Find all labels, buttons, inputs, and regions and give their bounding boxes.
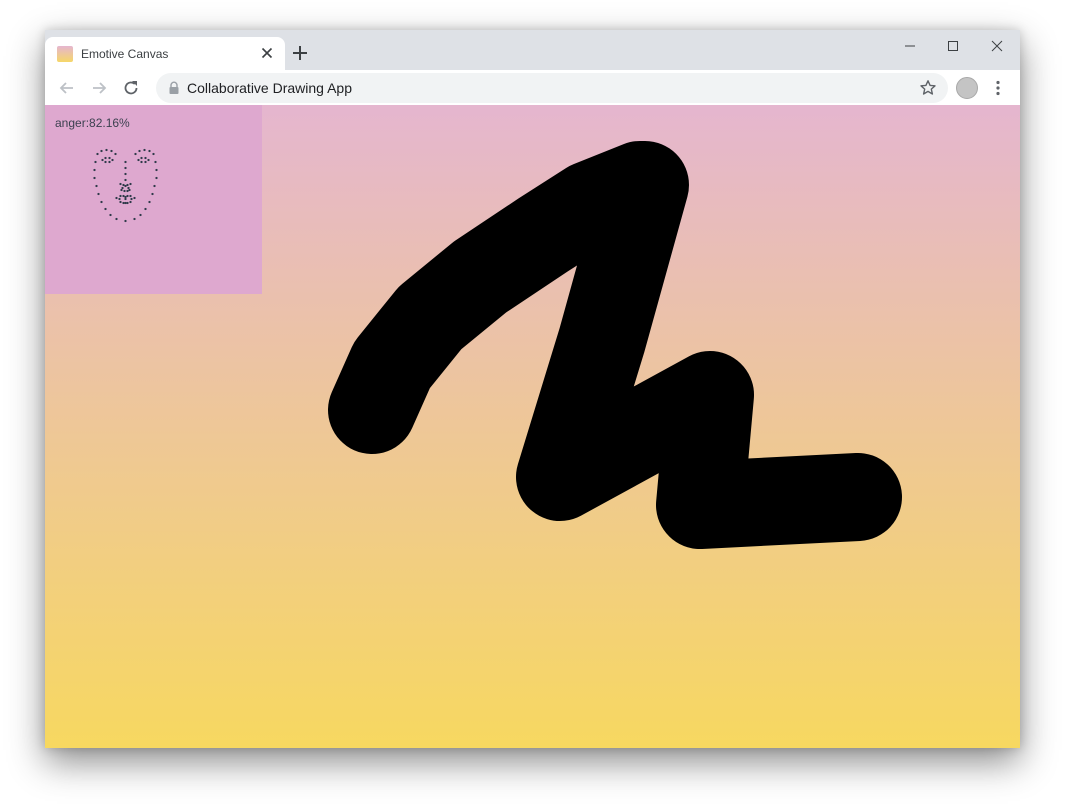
window-close-icon[interactable]	[985, 36, 1009, 56]
face-landmark-dot	[155, 168, 158, 172]
face-landmark-dot	[95, 184, 98, 188]
face-landmark-dot	[104, 160, 107, 164]
face-landmark-dot	[140, 160, 143, 164]
face-landmark-dot	[124, 178, 127, 182]
face-landmark-dot	[137, 158, 140, 162]
face-landmark-dot	[118, 197, 121, 201]
address-text: Collaborative Drawing App	[187, 80, 352, 96]
face-landmark-dot	[100, 200, 103, 204]
face-landmark-dot	[152, 152, 155, 156]
face-landmark-dot	[96, 152, 99, 156]
face-landmark-dot	[122, 201, 125, 205]
face-landmark-dot	[111, 158, 114, 162]
tab-emotive-canvas[interactable]: Emotive Canvas	[45, 37, 285, 70]
browser-window: Emotive Canvas Collaborative Drawing App…	[45, 30, 1020, 748]
page-viewport: anger:82.16%	[45, 105, 1020, 748]
face-landmark-dot	[147, 158, 150, 162]
face-landmark-dot	[140, 156, 143, 160]
face-landmark-dot	[123, 189, 126, 193]
face-landmark-dot	[124, 195, 127, 199]
emotion-detection-panel: anger:82.16%	[45, 105, 262, 294]
tab-title: Emotive Canvas	[81, 47, 169, 61]
face-landmark-dot	[154, 160, 157, 164]
minimize-icon[interactable]	[898, 36, 922, 56]
face-landmark-dot	[143, 148, 146, 152]
face-landmark-dot	[124, 201, 127, 205]
face-landmark-dot	[119, 194, 122, 198]
face-landmark-dot	[133, 217, 136, 221]
face-landmark-dot	[148, 149, 151, 153]
face-landmark-dot	[151, 192, 154, 196]
close-icon[interactable]	[259, 45, 275, 61]
face-landmark-dot	[110, 149, 113, 153]
face-landmark-dot	[94, 160, 97, 164]
tab-strip: Emotive Canvas	[45, 30, 1020, 70]
face-landmark-dot	[120, 188, 123, 192]
face-landmark-dot	[124, 160, 127, 164]
address-bar[interactable]: Collaborative Drawing App	[156, 73, 948, 103]
face-landmark-dot	[144, 160, 147, 164]
favicon-icon	[57, 46, 73, 62]
browser-toolbar: Collaborative Drawing App	[45, 70, 1020, 107]
face-landmarks-icon	[93, 148, 158, 223]
face-landmark-dot	[93, 168, 96, 172]
plus-icon[interactable]	[290, 43, 310, 63]
face-landmark-dot	[108, 156, 111, 160]
face-landmark-dot	[105, 148, 108, 152]
face-landmark-dot	[134, 152, 137, 156]
face-landmark-dot	[155, 176, 158, 180]
face-landmark-dot	[124, 184, 127, 188]
face-landmark-dot	[114, 152, 117, 156]
face-landmark-dot	[126, 189, 129, 193]
face-landmark-dot	[104, 207, 107, 211]
face-landmark-dot	[109, 213, 112, 217]
face-landmark-dot	[121, 186, 124, 190]
face-landmark-dot	[128, 188, 131, 192]
face-landmark-dot	[100, 149, 103, 153]
maximize-icon[interactable]	[941, 36, 965, 56]
face-landmark-dot	[126, 201, 129, 205]
face-landmark-dot	[124, 166, 127, 170]
face-landmark-dot	[119, 182, 122, 186]
face-landmark-dot	[139, 213, 142, 217]
face-landmark-dot	[144, 207, 147, 211]
menu-icon[interactable]	[988, 78, 1008, 98]
face-landmark-dot	[129, 200, 132, 204]
face-landmark-dot	[122, 194, 125, 198]
face-landmark-dot	[138, 149, 141, 153]
face-landmark-dot	[133, 196, 136, 200]
face-landmark-dot	[115, 196, 118, 200]
face-landmark-dot	[127, 186, 130, 190]
face-landmark-dot	[130, 197, 133, 201]
face-landmark-dot	[148, 200, 151, 204]
face-landmark-dot	[97, 192, 100, 196]
face-landmark-dot	[101, 158, 104, 162]
face-landmark-dot	[119, 200, 122, 204]
face-landmark-dot	[129, 194, 132, 198]
lock-icon	[169, 81, 179, 94]
forward-icon[interactable]	[89, 78, 109, 98]
face-landmark-dot	[108, 160, 111, 164]
face-landmark-dot	[124, 172, 127, 176]
profile-avatar[interactable]	[956, 77, 978, 99]
face-landmark-dot	[122, 183, 125, 187]
face-landmark-dot	[126, 183, 129, 187]
reload-icon[interactable]	[121, 78, 141, 98]
face-landmark-dot	[124, 197, 127, 201]
face-landmark-dot	[144, 156, 147, 160]
face-landmark-dot	[104, 156, 107, 160]
face-landmark-dot	[115, 217, 118, 221]
face-landmark-dot	[129, 182, 132, 186]
emotion-readout: anger:82.16%	[55, 116, 130, 130]
face-landmark-dot	[153, 184, 156, 188]
face-landmark-dot	[126, 194, 129, 198]
star-icon[interactable]	[918, 78, 938, 98]
face-landmark-dot	[93, 176, 96, 180]
back-icon[interactable]	[57, 78, 77, 98]
face-landmark-dot	[124, 219, 127, 223]
